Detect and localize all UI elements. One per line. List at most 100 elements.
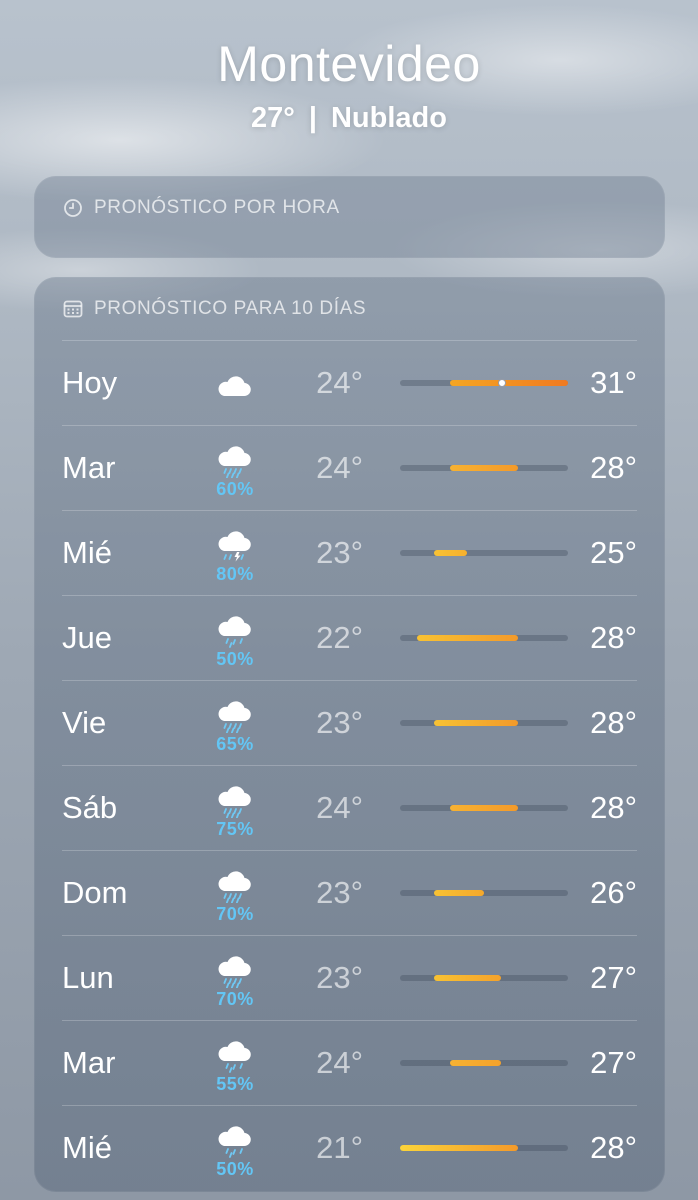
calendar-icon bbox=[62, 298, 84, 320]
high-temperature: 28° bbox=[590, 620, 637, 655]
high-temperature: 28° bbox=[590, 705, 637, 740]
clock-icon bbox=[62, 197, 84, 219]
low-temperature: 23° bbox=[316, 705, 363, 740]
temperature-range-bar bbox=[400, 975, 568, 981]
forecast-row[interactable]: Dom 70% 23° 26° bbox=[62, 850, 637, 935]
cloud-drizzle-icon bbox=[213, 1037, 257, 1073]
forecast-condition: 50% bbox=[207, 606, 263, 674]
forecast-row[interactable]: Hoy 24° 31° bbox=[62, 340, 637, 425]
forecast-row[interactable]: Sáb 75% 24° 28° bbox=[62, 765, 637, 850]
forecast-day: Hoy bbox=[62, 365, 118, 400]
temperature-range-bar bbox=[400, 720, 568, 726]
hourly-forecast-title: PRONÓSTICO POR HORA bbox=[62, 196, 340, 220]
forecast-condition: 65% bbox=[207, 691, 263, 759]
hourly-forecast-card[interactable]: PRONÓSTICO POR HORA bbox=[34, 176, 665, 258]
high-temperature: 25° bbox=[590, 535, 637, 570]
high-temperature: 28° bbox=[590, 1130, 637, 1165]
forecast-condition: 70% bbox=[207, 861, 263, 929]
cloud-icon bbox=[213, 370, 257, 400]
precipitation-chance: 70% bbox=[216, 903, 254, 924]
forecast-condition bbox=[207, 351, 263, 419]
precipitation-chance: 70% bbox=[216, 988, 254, 1009]
high-temperature: 27° bbox=[590, 960, 637, 995]
high-temperature: 27° bbox=[590, 1045, 637, 1080]
temperature-range-fill bbox=[433, 720, 518, 726]
precipitation-chance: 80% bbox=[216, 563, 254, 584]
cloud-rain-icon bbox=[213, 697, 257, 733]
forecast-day: Mié bbox=[62, 1130, 112, 1165]
cloud-rain-icon bbox=[213, 782, 257, 818]
cloud-rain-icon bbox=[213, 867, 257, 903]
current-condition: Nublado bbox=[330, 102, 447, 134]
current-temperature: 27° bbox=[251, 102, 295, 134]
temperature-range-bar bbox=[400, 890, 568, 896]
precipitation-chance: 75% bbox=[216, 818, 254, 839]
cloud-rain-icon bbox=[213, 952, 257, 988]
temperature-range-bar bbox=[400, 1145, 568, 1151]
low-temperature: 22° bbox=[316, 620, 363, 655]
forecast-row[interactable]: Mar 55% 24° 27° bbox=[62, 1020, 637, 1105]
forecast-day: Mié bbox=[62, 535, 112, 570]
low-temperature: 24° bbox=[316, 450, 363, 485]
forecast-day: Mar bbox=[62, 1045, 116, 1080]
forecast-rows: Hoy 24° 31° Mar 60% 24° 28° Mié 80% 23° 25° Jue 50% 2… bbox=[62, 340, 637, 1190]
low-temperature: 21° bbox=[316, 1130, 363, 1165]
forecast-day: Sáb bbox=[62, 790, 118, 825]
summary-separator: | bbox=[308, 102, 317, 134]
temperature-range-fill bbox=[433, 975, 501, 981]
temperature-range-fill bbox=[400, 1145, 518, 1151]
high-temperature: 28° bbox=[590, 790, 637, 825]
current-summary: 27° | Nublado bbox=[0, 98, 698, 138]
precipitation-chance: 60% bbox=[216, 478, 254, 499]
cloud-rain-icon bbox=[213, 442, 257, 478]
forecast-row[interactable]: Lun 70% 23° 27° bbox=[62, 935, 637, 1020]
city-name: Montevideo bbox=[217, 36, 481, 92]
cloud-drizzle-icon bbox=[213, 612, 257, 648]
forecast-condition: 70% bbox=[207, 946, 263, 1014]
temperature-range-fill bbox=[450, 465, 518, 471]
temperature-range-bar bbox=[400, 1060, 568, 1066]
forecast-row[interactable]: Jue 50% 22° 28° bbox=[62, 595, 637, 680]
temperature-range-bar bbox=[400, 465, 568, 471]
low-temperature: 24° bbox=[316, 790, 363, 825]
temperature-range-fill bbox=[450, 805, 518, 811]
forecast-condition: 80% bbox=[207, 521, 263, 589]
precipitation-chance: 55% bbox=[216, 1073, 254, 1094]
temperature-range-fill bbox=[450, 380, 568, 386]
temperature-range-bar bbox=[400, 550, 568, 556]
forecast-row[interactable]: Vie 65% 23° 28° bbox=[62, 680, 637, 765]
ten-day-forecast-card[interactable]: PRONÓSTICO PARA 10 DÍAS Hoy 24° 31° Mar 60% 2… bbox=[34, 277, 665, 1192]
ten-day-forecast-label: PRONÓSTICO PARA 10 DÍAS bbox=[94, 298, 367, 319]
ten-day-forecast-title: PRONÓSTICO PARA 10 DÍAS bbox=[62, 297, 366, 321]
cloud-drizzle-icon bbox=[213, 1122, 257, 1158]
temperature-range-fill bbox=[450, 1060, 501, 1066]
forecast-row[interactable]: Mié 80% 23° 25° bbox=[62, 510, 637, 595]
low-temperature: 24° bbox=[316, 365, 363, 400]
low-temperature: 23° bbox=[316, 875, 363, 910]
forecast-day: Mar bbox=[62, 450, 116, 485]
forecast-row[interactable]: Mar 60% 24° 28° bbox=[62, 425, 637, 510]
forecast-condition: 55% bbox=[207, 1031, 263, 1099]
precipitation-chance: 65% bbox=[216, 733, 254, 754]
high-temperature: 28° bbox=[590, 450, 637, 485]
forecast-day: Lun bbox=[62, 960, 114, 995]
location-header: Montevideo 27° | Nublado bbox=[0, 32, 698, 138]
forecast-condition: 75% bbox=[207, 776, 263, 844]
precipitation-chance: 50% bbox=[216, 1158, 254, 1179]
low-temperature: 23° bbox=[316, 960, 363, 995]
low-temperature: 23° bbox=[316, 535, 363, 570]
forecast-day: Jue bbox=[62, 620, 112, 655]
cloud-bolt-rain-icon bbox=[213, 527, 257, 563]
forecast-condition: 60% bbox=[207, 436, 263, 504]
temperature-range-fill bbox=[416, 635, 518, 641]
high-temperature: 26° bbox=[590, 875, 637, 910]
hourly-forecast-label: PRONÓSTICO POR HORA bbox=[94, 197, 340, 218]
forecast-day: Vie bbox=[62, 705, 107, 740]
temperature-range-bar bbox=[400, 635, 568, 641]
temperature-range-fill bbox=[433, 890, 484, 896]
precipitation-chance: 50% bbox=[216, 648, 254, 669]
forecast-condition: 50% bbox=[207, 1116, 263, 1184]
current-temperature-marker bbox=[497, 379, 506, 387]
temperature-range-bar bbox=[400, 379, 568, 387]
forecast-row[interactable]: Mié 50% 21° 28° bbox=[62, 1105, 637, 1190]
